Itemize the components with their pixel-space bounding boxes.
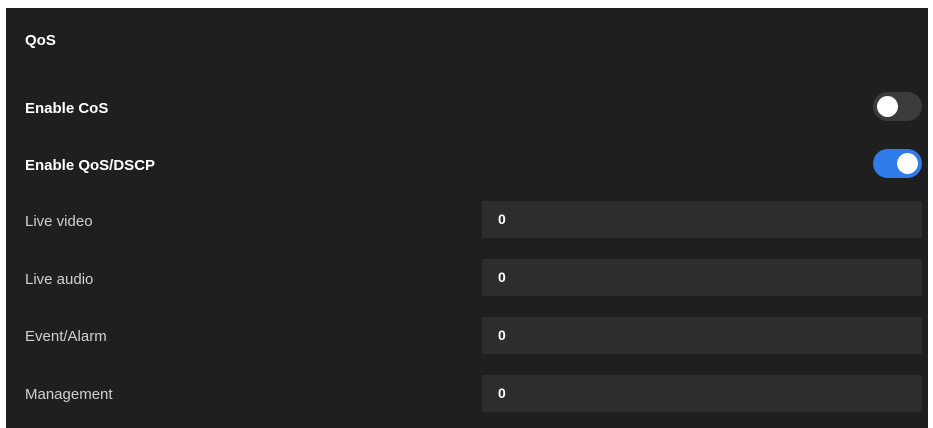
live-audio-label: Live audio <box>25 271 94 288</box>
toggle-knob <box>897 153 918 174</box>
event-alarm-input[interactable]: 0 <box>482 317 922 354</box>
section-title: QoS <box>25 32 56 49</box>
qos-settings-panel: QoS Enable CoS Enable QoS/DSCP Live vide… <box>6 8 928 428</box>
live-video-input[interactable]: 0 <box>482 201 922 238</box>
management-label: Management <box>25 386 113 403</box>
live-video-label: Live video <box>25 213 93 230</box>
event-alarm-label: Event/Alarm <box>25 328 107 345</box>
enable-cos-label: Enable CoS <box>25 100 109 117</box>
enable-cos-toggle[interactable] <box>873 92 922 121</box>
live-audio-input[interactable]: 0 <box>482 259 922 296</box>
enable-qos-dscp-toggle[interactable] <box>873 149 922 178</box>
toggle-knob <box>877 96 898 117</box>
enable-qos-dscp-label: Enable QoS/DSCP <box>25 157 156 174</box>
management-input[interactable]: 0 <box>482 375 922 412</box>
